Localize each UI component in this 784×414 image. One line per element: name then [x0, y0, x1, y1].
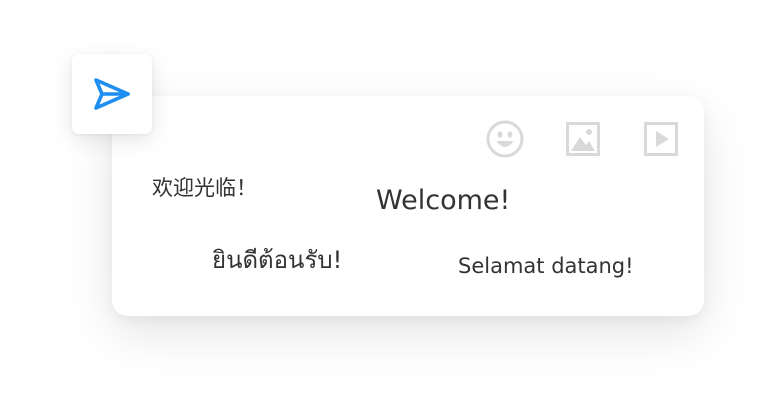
send-icon — [92, 76, 132, 112]
greeting-english: Welcome! — [376, 185, 511, 216]
video-button[interactable] — [642, 120, 680, 158]
image-icon — [566, 122, 600, 156]
greeting-indonesian: Selamat datang! — [458, 254, 634, 278]
stage: 欢迎光临！ Welcome! ยินดีต้อนรับ! Selamat dat… — [0, 0, 784, 414]
emoji-icon — [486, 120, 524, 158]
image-button[interactable] — [564, 120, 602, 158]
video-play-icon — [644, 122, 678, 156]
send-button[interactable] — [72, 54, 152, 134]
greeting-chinese: 欢迎光临！ — [152, 176, 257, 200]
greeting-thai: ยินดีต้อนรับ! — [212, 246, 343, 274]
emoji-button[interactable] — [486, 120, 524, 158]
